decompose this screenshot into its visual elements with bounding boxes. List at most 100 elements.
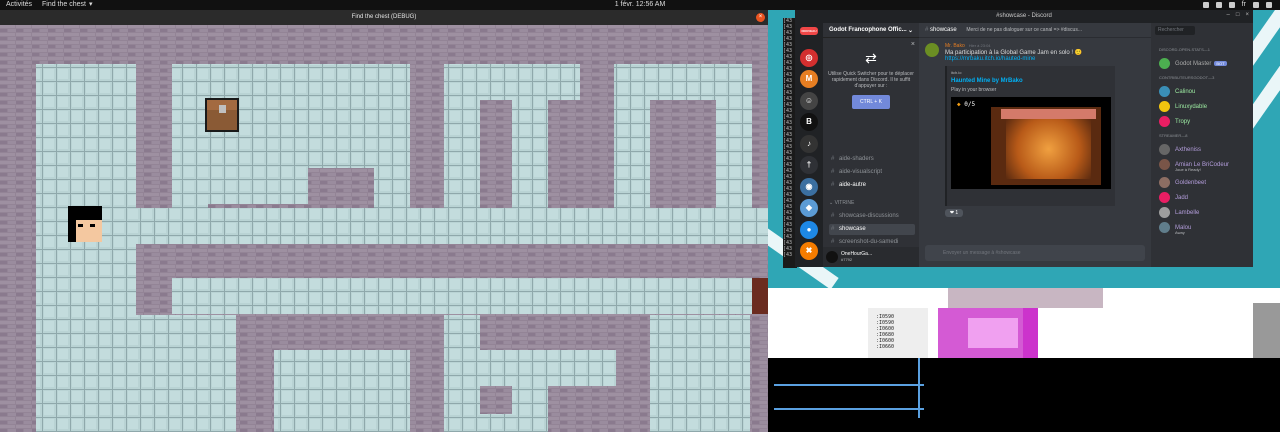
embed-image[interactable]: ◆ 0/5 [951,97,1111,189]
close-button[interactable]: × [1245,12,1249,18]
network-icon[interactable] [1202,2,1209,8]
message-timestamp: Hier à 23:04 [968,43,991,48]
steam-tray-icon[interactable] [1228,2,1235,8]
quick-switcher-button[interactable]: CTRL + K [852,95,890,109]
power-icon[interactable] [1266,2,1272,8]
member-name: Linuxydable [1175,104,1208,110]
close-icon[interactable]: × [827,41,915,48]
clock[interactable]: 1 févr. 12:56 AM [0,0,1280,10]
game-canvas[interactable] [0,25,768,432]
channel-showcase[interactable]: showcase [829,224,915,235]
avatar [1159,177,1170,188]
member-name: Godot Master [1175,61,1212,67]
member-item[interactable]: Lambelle [1159,207,1199,219]
member-status: Away [1175,230,1185,235]
chevron-down-icon: ⌄ [907,28,913,34]
user-panel[interactable]: OneHourGa... #7792 [823,247,919,267]
member-name: Goldenbeet [1175,180,1207,186]
member-item[interactable]: Jadd [1159,192,1188,204]
volume-icon[interactable] [1253,2,1259,8]
server-icon[interactable]: NOUVEAU [800,27,818,35]
server-icon[interactable]: † [800,156,818,174]
system-tray[interactable]: fr [1202,0,1272,10]
avatar [1159,159,1170,170]
embed-title[interactable]: Haunted Mine by MrBako [951,78,1111,84]
member-group-header: CONTRIBUTEURSGODOT—3 [1159,75,1215,80]
discord-window: #showcase - Discord – □ × NOUVEAU ◎ M ☺ B ♪ † ◉… [795,10,1253,267]
member-name: Jadd [1175,195,1189,201]
game-window: Find the chest (DEBUG) × [0,10,768,432]
discord-tray-icon[interactable] [1215,2,1222,8]
category-vitrine[interactable]: ⌄ VITRINE [829,200,854,206]
chat-area: # showcase Merci de ne pas dialoguer sur… [919,23,1151,267]
arrows-icon: ⇄ [865,50,877,66]
avatar [826,251,838,263]
maximize-button[interactable]: □ [1236,12,1240,18]
server-icon[interactable]: ✖ [800,242,818,260]
member-item[interactable]: Malou Away [1159,222,1191,235]
embed-provider: itch.io [951,70,962,75]
server-icon[interactable]: ♪ [800,134,818,153]
avatar [1159,101,1170,112]
chat-header: # showcase Merci de ne pas dialoguer sur… [919,23,1151,38]
quick-switcher-popout: × ⇄ Utilise Quick Switcher pour te dépla… [827,41,915,139]
member-item[interactable]: Axtheniss [1159,144,1201,156]
server-icon[interactable]: ◎ [800,48,818,67]
terminal-lines: :I0590 :I0590 :I0600 :I0680 :I0600 :I066… [876,314,895,350]
avatar [1159,222,1170,233]
embed-hud: ◆ 0/5 [957,101,976,108]
member-status: Joue à Ready! [1175,167,1201,172]
message-input[interactable]: Envoyer un message à #showcase [925,245,1145,261]
user-tag: #7792 [841,257,853,262]
game-window-title: Find the chest (DEBUG) [0,10,768,25]
server-icon[interactable]: ● [800,220,818,239]
channel-aide-shaders[interactable]: aide-shaders [829,154,915,165]
member-item[interactable]: Linuxydable [1159,101,1207,113]
language-indicator[interactable]: fr [1242,0,1246,10]
member-item[interactable]: Tropy [1159,116,1190,128]
member-item[interactable]: Godot Master BOT [1159,58,1227,70]
member-name: Axtheniss [1175,147,1202,153]
quick-switcher-text: Utilise Quick Switcher pour te déplacer … [828,71,914,89]
member-item[interactable]: Goldenbeet [1159,177,1206,189]
player-character [68,206,102,242]
avatar [1159,58,1170,69]
member-item[interactable]: Calinou [1159,86,1195,98]
channel-title: showcase [930,27,957,33]
server-icon[interactable]: ☺ [800,91,818,110]
chest[interactable] [205,98,239,132]
channel-aide-autre[interactable]: aide-autre [829,180,915,191]
channel-aide-visualscript[interactable]: aide-visualscript [829,167,915,178]
server-icon[interactable]: ◉ [800,177,818,196]
message-link[interactable]: https://mrbaku.itch.io/hauted-mine [945,56,1147,62]
server-icon[interactable]: M [800,70,818,88]
avatar [1159,116,1170,127]
minimize-button[interactable]: – [1227,12,1230,18]
message: Mr. Bako Hier à 23:04 Ma participation à … [925,43,1147,217]
search-input[interactable]: Rechercher [1155,26,1195,35]
avatar[interactable] [925,43,939,57]
server-icon[interactable]: ◆ [800,199,818,217]
discord-window-title: #showcase - Discord [795,10,1253,23]
door [752,278,768,314]
embed-description: Play in your browser [951,87,997,93]
close-button[interactable]: × [756,13,765,22]
channel-topic[interactable]: Merci de ne pas dialoguer sur ce canal =… [966,27,1082,33]
channel-showcase-discussions[interactable]: showcase-discussions [829,211,915,222]
channel-sidebar: Godot Francophone Offic... ⌄ × ⇄ Utilise… [823,23,919,267]
member-name: Tropy [1175,119,1191,125]
server-list: NOUVEAU ◎ M ☺ B ♪ † ◉ ◆ ● ✖ [795,23,823,267]
avatar [1159,86,1170,97]
member-list: Rechercher DISCORD-OPEN-STATS—1 Godot Mas… [1151,23,1253,267]
top-bar: Activités Find the chest ▾ 1 févr. 12:56… [0,0,1280,10]
link-embed: itch.io Haunted Mine by MrBako Play in y… [945,66,1115,206]
reaction-button[interactable]: ❤ 1 [945,209,963,217]
glitched-window-area: :I0590 :I0590 :I0600 :I0680 :I0600 :I066… [768,288,1280,432]
member-item[interactable]: Amian Le BriCodeur Joue à Ready! [1159,159,1229,172]
bot-badge: BOT [1214,61,1227,66]
server-name-header[interactable]: Godot Francophone Offic... ⌄ [823,23,919,38]
server-icon[interactable]: B [800,113,818,131]
member-name: Lambelle [1175,210,1200,216]
avatar [1159,207,1170,218]
member-group-header: STREAMER—8 [1159,133,1188,138]
